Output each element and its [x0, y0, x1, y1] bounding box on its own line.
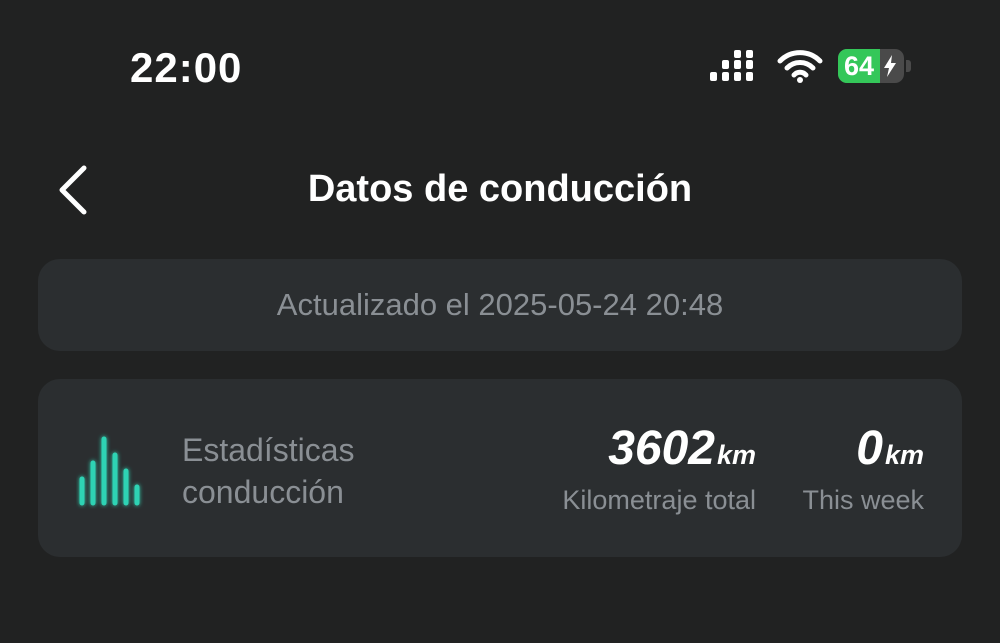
total-mileage-label: Kilometraje total	[562, 485, 756, 515]
status-bar: 22:00 64	[0, 0, 1000, 130]
battery-tip	[906, 60, 911, 72]
total-mileage-unit: km	[716, 440, 756, 470]
week-mileage-label: This week	[802, 485, 924, 515]
updated-card: Actualizado el 2025-05-24 20:48	[38, 259, 962, 351]
cell-signal-icon	[710, 50, 753, 81]
stats-label-line1: Estadísticas	[182, 432, 355, 468]
nav-bar: Datos de conducción	[0, 150, 1000, 230]
total-mileage-value: 3602	[608, 422, 715, 475]
week-mileage-unit: km	[884, 440, 924, 470]
updated-timestamp: Actualizado el 2025-05-24 20:48	[276, 287, 724, 322]
wifi-icon	[777, 50, 823, 83]
week-mileage-value: 0	[856, 422, 883, 475]
week-mileage: 0km This week	[778, 421, 924, 516]
battery-charging-icon: 64	[838, 49, 914, 85]
battery-body: 64	[838, 49, 904, 83]
total-mileage: 3602km Kilometraje total	[528, 421, 756, 516]
bar-chart-icon	[79, 436, 140, 506]
bolt-icon	[884, 55, 896, 77]
status-time: 22:00	[130, 44, 243, 91]
driving-stats-card[interactable]: Estadísticas conducción 3602km Kilometra…	[38, 379, 962, 557]
stats-label-line2: conducción	[182, 474, 344, 510]
stats-label: Estadísticas conducción	[182, 429, 422, 513]
page-title: Datos de conducción	[307, 168, 693, 210]
